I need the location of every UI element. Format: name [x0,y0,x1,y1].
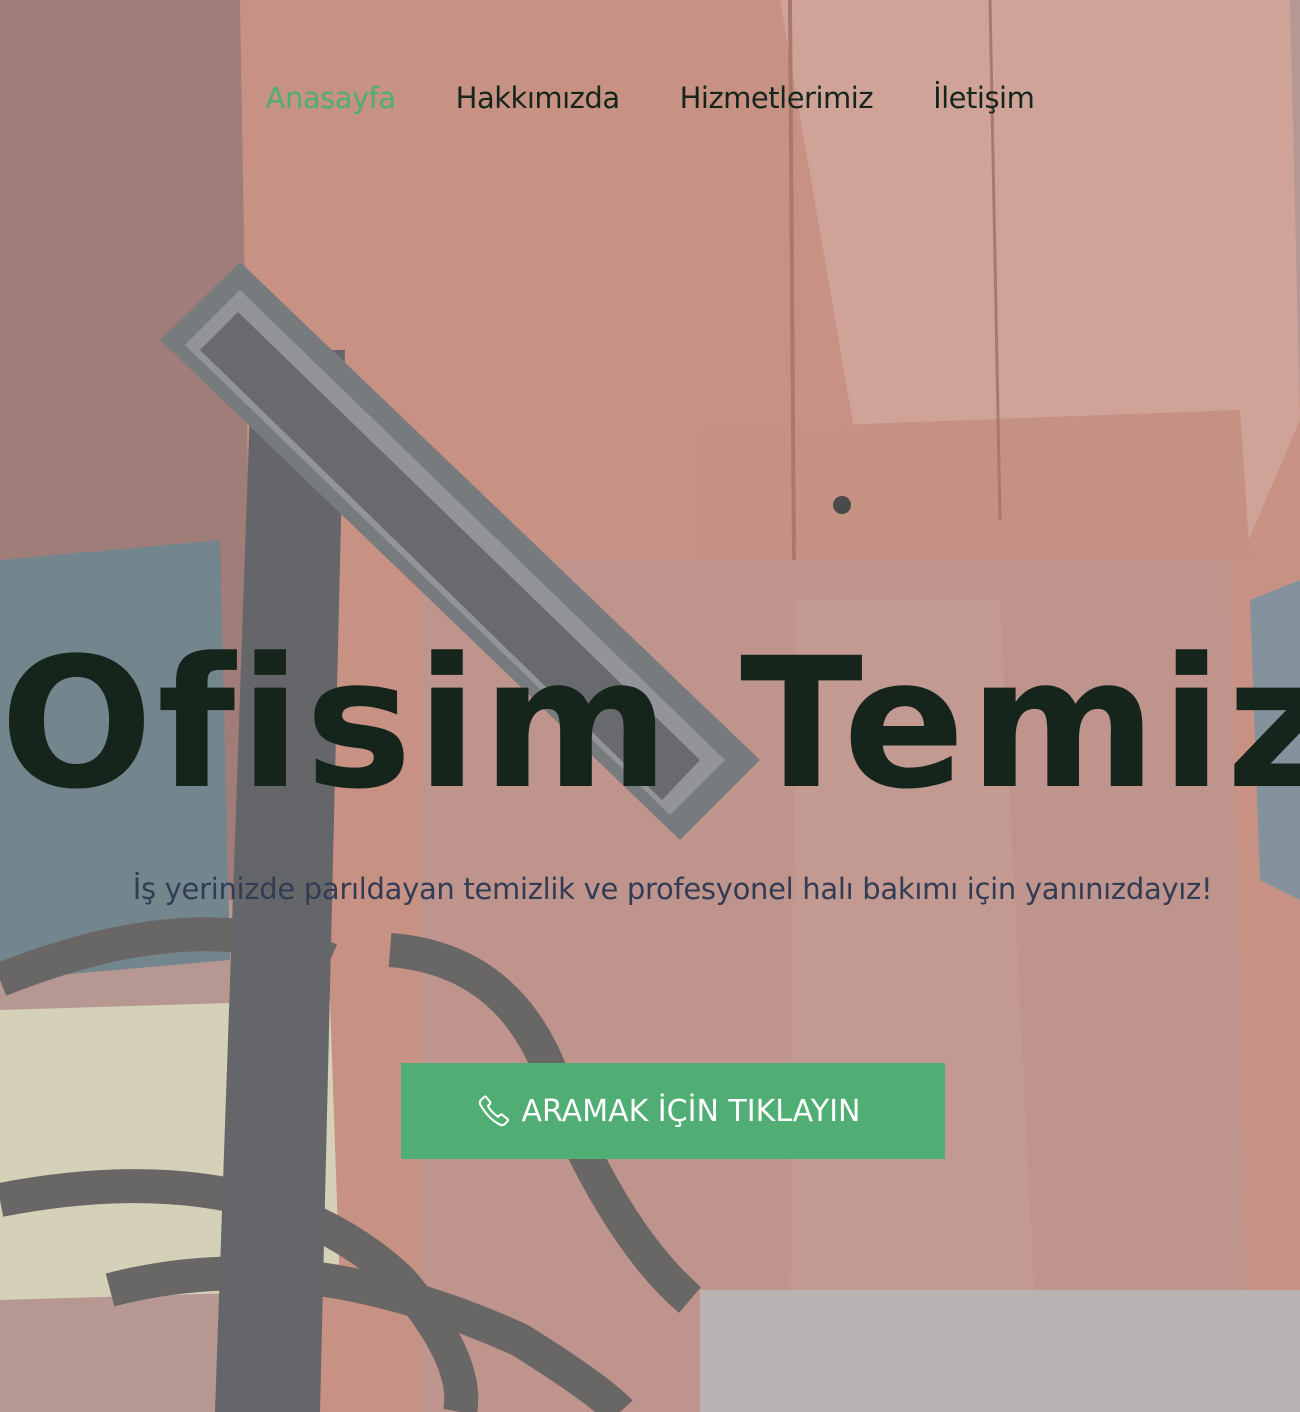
nav-link-about[interactable]: Hakkımızda [456,81,620,115]
nav-link-home[interactable]: Anasayfa [266,81,397,115]
nav-link-services[interactable]: Hizmetlerimiz [680,81,874,115]
hero-section: Anasayfa Hakkımızda Hizmetlerimiz İletiş… [0,0,1300,1412]
call-button-label: ARAMAK İÇİN TIKLAYIN [521,1093,861,1129]
hero-title: Ofisim Temiz [0,620,1300,829]
hero-subtitle: İş yerinizde parıldayan temizlik ve prof… [132,872,1213,906]
nav-link-contact[interactable]: İletişim [933,81,1035,115]
phone-icon [478,1095,509,1127]
main-nav: Anasayfa Hakkımızda Hizmetlerimiz İletiş… [0,74,1300,122]
call-button[interactable]: ARAMAK İÇİN TIKLAYIN [401,1063,945,1159]
